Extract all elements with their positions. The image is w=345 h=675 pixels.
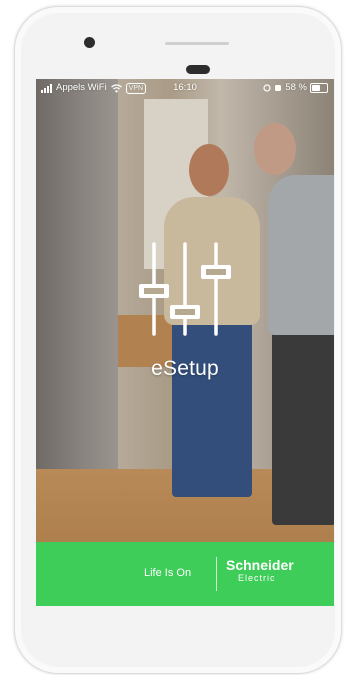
sliders-icon bbox=[139, 242, 231, 336]
background-photo-person-2 bbox=[268, 175, 334, 335]
footer-divider bbox=[216, 557, 217, 591]
background-photo-person-1-legs bbox=[172, 319, 252, 497]
camera-icon bbox=[84, 37, 95, 48]
status-bar: Appels WiFi VPN 16:10 58 % bbox=[36, 79, 334, 97]
splash-screen: Appels WiFi VPN 16:10 58 % eSetup Life I… bbox=[36, 79, 334, 606]
alarm-icon bbox=[275, 85, 282, 91]
battery-percent: 58 % bbox=[285, 82, 307, 93]
speaker-grille bbox=[165, 42, 229, 45]
brand-logo: Schneider Electric bbox=[226, 557, 294, 584]
app-name: eSetup bbox=[151, 357, 219, 380]
speaker-icon bbox=[186, 65, 210, 74]
brand-name: Schneider bbox=[226, 557, 294, 573]
brand-footer: Life Is On Schneider Electric bbox=[36, 542, 334, 606]
tagline: Life Is On bbox=[144, 567, 192, 579]
orientation-lock-icon bbox=[263, 84, 271, 92]
background-photo-person-1-head bbox=[189, 144, 229, 196]
battery-icon bbox=[310, 83, 328, 93]
brand-sub: Electric bbox=[238, 573, 276, 583]
background-photo-person-2-head bbox=[254, 123, 296, 175]
